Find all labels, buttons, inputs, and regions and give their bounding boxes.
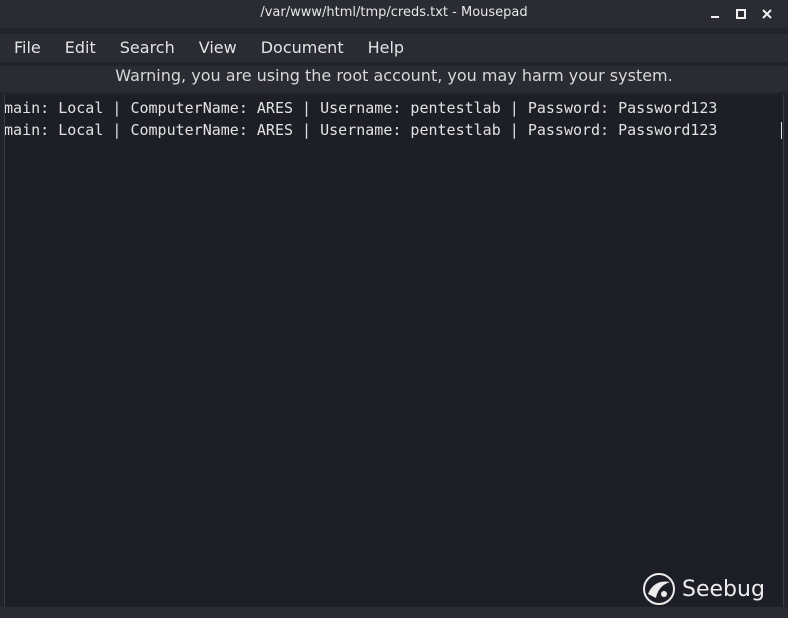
maximize-button[interactable] [730,3,752,25]
editor-line[interactable]: omain: Local | ComputerName: ARES | User… [5,97,717,119]
root-warning-message: Warning, you are using the root account,… [0,66,788,92]
seebug-logo-icon [643,573,675,605]
menu-view[interactable]: View [189,34,247,62]
menu-file[interactable]: File [4,34,51,62]
menu-bar: File Edit Search View Document Help [0,34,788,62]
maximize-icon [736,9,746,19]
window-title: /var/www/html/tmp/creds.txt - Mousepad [260,5,528,20]
menu-help[interactable]: Help [358,34,414,62]
seebug-watermark: Seebug [642,572,765,606]
window-frame-bottom [0,607,788,618]
text-cursor [781,122,782,139]
close-icon [762,9,772,19]
menu-search[interactable]: Search [110,34,185,62]
minimize-icon [711,16,719,18]
menu-document[interactable]: Document [251,34,354,62]
editor-line[interactable]: omain: Local | ComputerName: ARES | User… [5,119,717,141]
title-bar: /var/www/html/tmp/creds.txt - Mousepad [0,0,788,28]
text-editor-area[interactable]: omain: Local | ComputerName: ARES | User… [4,95,784,607]
close-button[interactable] [756,3,778,25]
watermark-text: Seebug [682,576,765,602]
menu-edit[interactable]: Edit [55,34,106,62]
minimize-button[interactable] [704,3,726,25]
